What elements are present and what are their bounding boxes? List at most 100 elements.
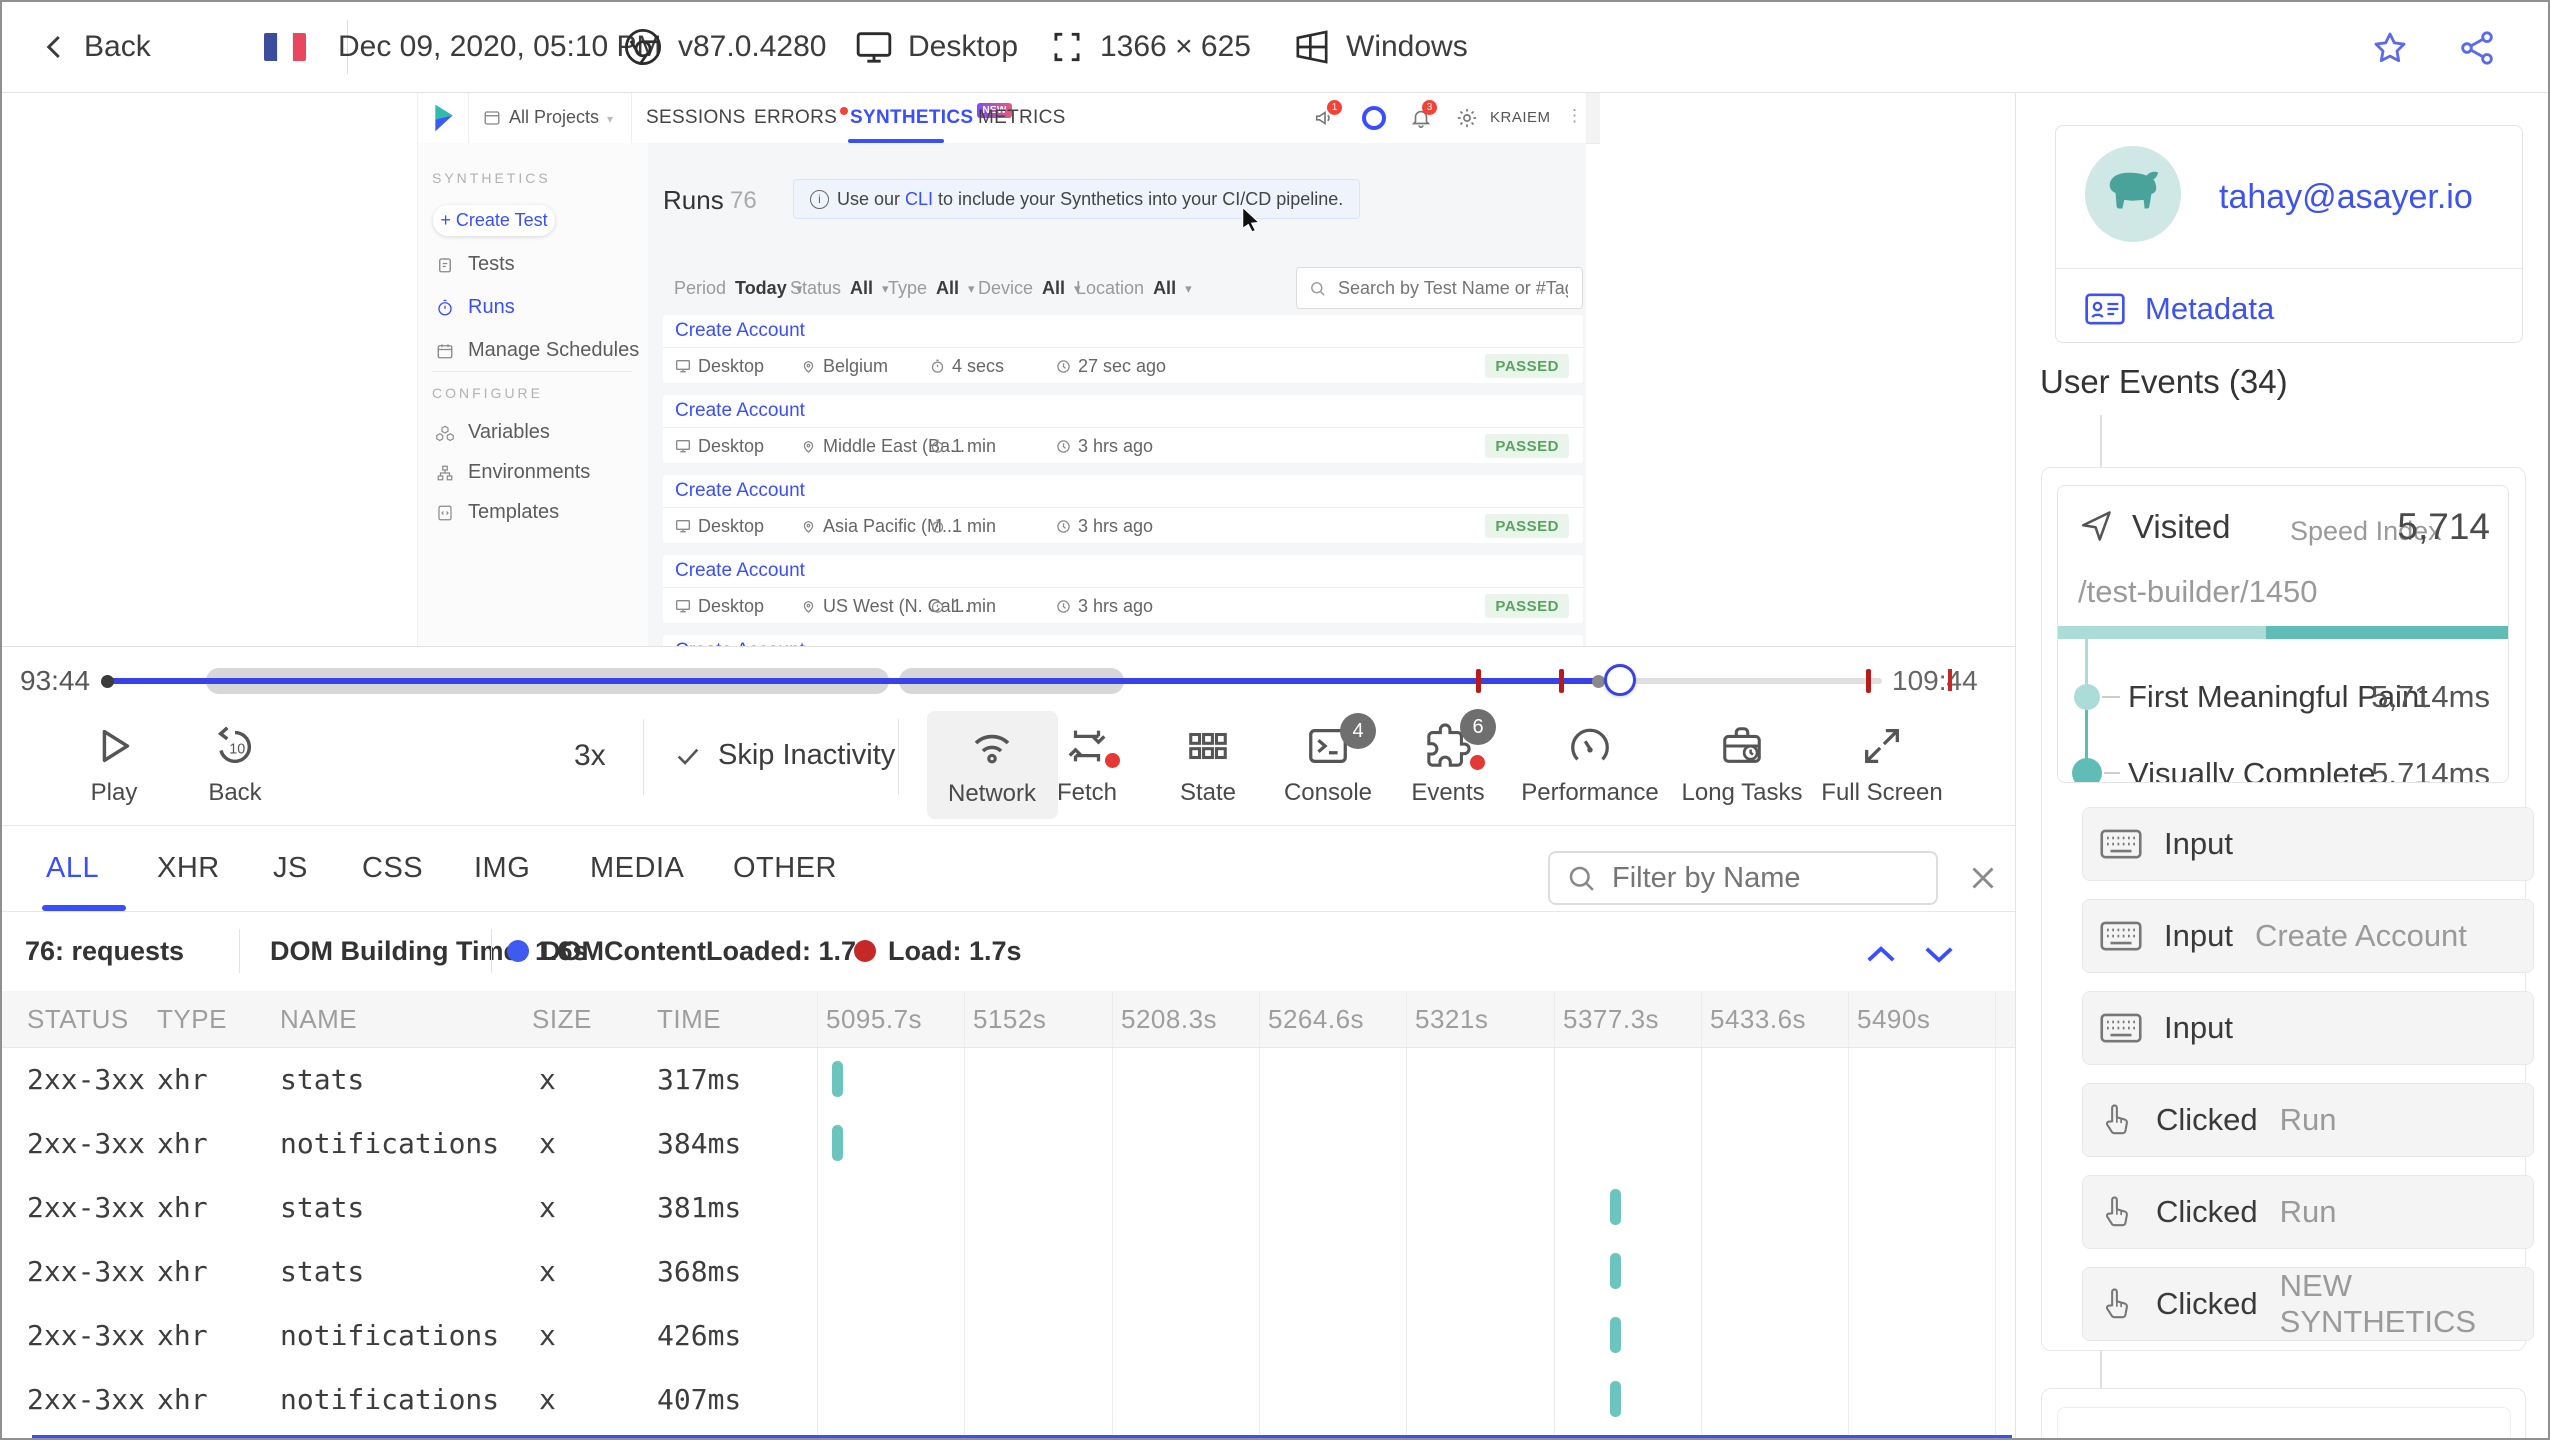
event-item-input[interactable]: Input Create Account: [2082, 899, 2534, 973]
kebab-menu-icon[interactable]: ⋮: [1566, 106, 1583, 126]
network-request-row[interactable]: 2xx-3xx xhr stats x 317ms: [2, 1047, 2015, 1111]
project-icon: [483, 109, 501, 127]
run-location: Belgium: [801, 348, 888, 384]
timeline-error-marker[interactable]: [1559, 669, 1564, 693]
net-tab-media[interactable]: MEDIA: [590, 825, 684, 911]
run-card[interactable]: Create Account Desktop Asia Pacific (M..…: [663, 475, 1583, 543]
favorite-star-button[interactable]: [2370, 28, 2410, 68]
filter-location[interactable]: Location All ▾: [1076, 278, 1192, 299]
horizontal-scrollbar[interactable]: [32, 1435, 2012, 1438]
svg-text:10: 10: [229, 742, 245, 758]
filter-period[interactable]: Period Today ▾: [674, 278, 802, 299]
tick-label: 5208.3s: [1121, 1003, 1218, 1034]
run-name-link[interactable]: Create Account: [675, 395, 805, 427]
run-card[interactable]: Create Account Desktop Belgium 4 secs 27…: [663, 315, 1583, 383]
sidebar-item-variables[interactable]: Variables: [436, 421, 550, 444]
cli-link[interactable]: CLI: [905, 189, 933, 209]
tab-metrics[interactable]: METRICS: [978, 93, 1066, 143]
loading-spinner-icon: [1362, 106, 1386, 130]
timeline-handle[interactable]: [1604, 664, 1636, 696]
jump-prev-icon[interactable]: [1860, 933, 1902, 975]
keyboard-icon: [2100, 921, 2142, 951]
run-card[interactable]: Create Account Desktop Canada (Central) …: [663, 635, 1583, 646]
events-button[interactable]: Events 6: [1388, 705, 1508, 825]
event-item-input[interactable]: Input: [2082, 991, 2534, 1065]
user-email[interactable]: tahay@asayer.io: [2219, 178, 2473, 217]
net-tab-img[interactable]: IMG: [474, 825, 530, 911]
skip-inactivity-toggle[interactable]: Skip Inactivity: [674, 739, 895, 772]
run-name-link[interactable]: Create Account: [675, 635, 805, 646]
fetch-button[interactable]: Fetch: [1027, 705, 1147, 825]
network-request-row[interactable]: 2xx-3xx xhr stats x 381ms: [2, 1175, 2015, 1239]
run-name-link[interactable]: Create Account: [675, 315, 805, 347]
run-name-link[interactable]: Create Account: [675, 475, 805, 507]
event-item-clicked[interactable]: Clicked Run: [2082, 1175, 2534, 1249]
user-menu[interactable]: KRAIEM: [1490, 109, 1551, 126]
back-button[interactable]: Back: [40, 2, 151, 92]
run-card[interactable]: Create Account Desktop Middle East (Ba..…: [663, 395, 1583, 463]
tab-errors[interactable]: ERRORS: [754, 93, 849, 143]
sidebar-item-manage-schedules[interactable]: Manage Schedules: [436, 339, 639, 362]
browser-version: v87.0.4280: [678, 30, 827, 63]
tab-sessions[interactable]: SESSIONS: [646, 93, 746, 143]
sitemap-icon-item[interactable]: Environments: [436, 461, 590, 484]
event-item-clicked[interactable]: Clicked NEW SYNTHETICS: [2082, 1267, 2534, 1341]
events-group-card: Visited Speed Index 5,714 /test-builder/…: [2041, 467, 2534, 1351]
session-datetime: Dec 09, 2020, 05:10 PM: [264, 2, 662, 92]
console-button[interactable]: Console 4: [1268, 705, 1388, 825]
timeline-error-marker[interactable]: [1476, 669, 1481, 693]
event-item-clicked[interactable]: Clicked Run: [2082, 1083, 2534, 1157]
performance-button[interactable]: Performance: [1520, 705, 1660, 825]
long-tasks-button[interactable]: Long Tasks: [1674, 705, 1810, 825]
share-button[interactable]: [2457, 28, 2497, 68]
visited-card[interactable]: Visited Speed Index 5,714 /test-builder/…: [2057, 485, 2509, 783]
sidebar-item-runs[interactable]: Runs: [436, 296, 515, 319]
event-item-input[interactable]: Input: [2082, 807, 2534, 881]
id-card-icon: [2085, 293, 2125, 325]
timeline-event-dot[interactable]: [1592, 675, 1605, 688]
sidebar-section-synthetics: SYNTHETICS: [432, 170, 551, 186]
resolution-info: 1366 × 625: [1048, 2, 1251, 92]
play-button[interactable]: Play: [54, 705, 174, 825]
timeline-error-marker[interactable]: [1866, 669, 1871, 693]
network-request-row[interactable]: 2xx-3xx xhr notifications x 426ms: [2, 1303, 2015, 1367]
runs-count: 76: [730, 187, 757, 214]
full-screen-button[interactable]: Full Screen: [1817, 705, 1947, 825]
metadata-button[interactable]: Metadata: [2085, 291, 2274, 327]
sidebar-item-tests[interactable]: Tests: [436, 253, 515, 276]
state-button[interactable]: State: [1148, 705, 1268, 825]
net-tab-js[interactable]: JS: [273, 825, 308, 911]
run-card[interactable]: Create Account Desktop US West (N. Cal..…: [663, 555, 1583, 623]
run-device: Desktop: [675, 588, 764, 624]
net-tab-other[interactable]: OTHER: [733, 825, 837, 911]
filter-status[interactable]: Status All ▾: [790, 278, 889, 299]
notifications-bell-icon[interactable]: 3: [1410, 100, 1437, 129]
filter-type[interactable]: Type All ▾: [888, 278, 975, 299]
keyboard-icon: [2100, 829, 2142, 859]
visited-url: /test-builder/1450: [2078, 574, 2318, 609]
controls-divider: [898, 719, 899, 795]
net-tab-css[interactable]: CSS: [362, 825, 423, 911]
network-request-row[interactable]: 2xx-3xx xhr notifications x 384ms: [2, 1111, 2015, 1175]
announcements-icon[interactable]: 1: [1314, 100, 1342, 129]
net-tab-all[interactable]: ALL: [46, 825, 99, 911]
network-request-row[interactable]: 2xx-3xx xhr notifications x 407ms: [2, 1367, 2015, 1431]
check-icon: [674, 742, 702, 770]
network-request-row[interactable]: 2xx-3xx xhr stats x 368ms: [2, 1239, 2015, 1303]
speed-toggle[interactable]: 3x: [574, 739, 606, 773]
back-10s-button[interactable]: 10 Back: [175, 705, 295, 825]
project-selector[interactable]: All Projects ▾: [468, 93, 632, 143]
network-filter-box[interactable]: [1548, 851, 1938, 905]
jump-next-icon[interactable]: [1918, 933, 1960, 975]
test-search-input[interactable]: [1336, 276, 1570, 300]
test-search-box[interactable]: [1296, 267, 1583, 309]
settings-gear-icon[interactable]: [1456, 107, 1478, 129]
create-test-button[interactable]: + Create Test: [433, 205, 555, 236]
filter-device[interactable]: Device All ▾: [978, 278, 1081, 299]
run-name-link[interactable]: Create Account: [675, 555, 805, 587]
net-tab-xhr[interactable]: XHR: [157, 825, 220, 911]
network-filter-input[interactable]: [1610, 860, 1914, 896]
close-panel-icon[interactable]: [1964, 859, 2002, 897]
sidebar-item-templates[interactable]: Templates: [436, 501, 559, 524]
time-start: 93:44: [20, 665, 91, 696]
